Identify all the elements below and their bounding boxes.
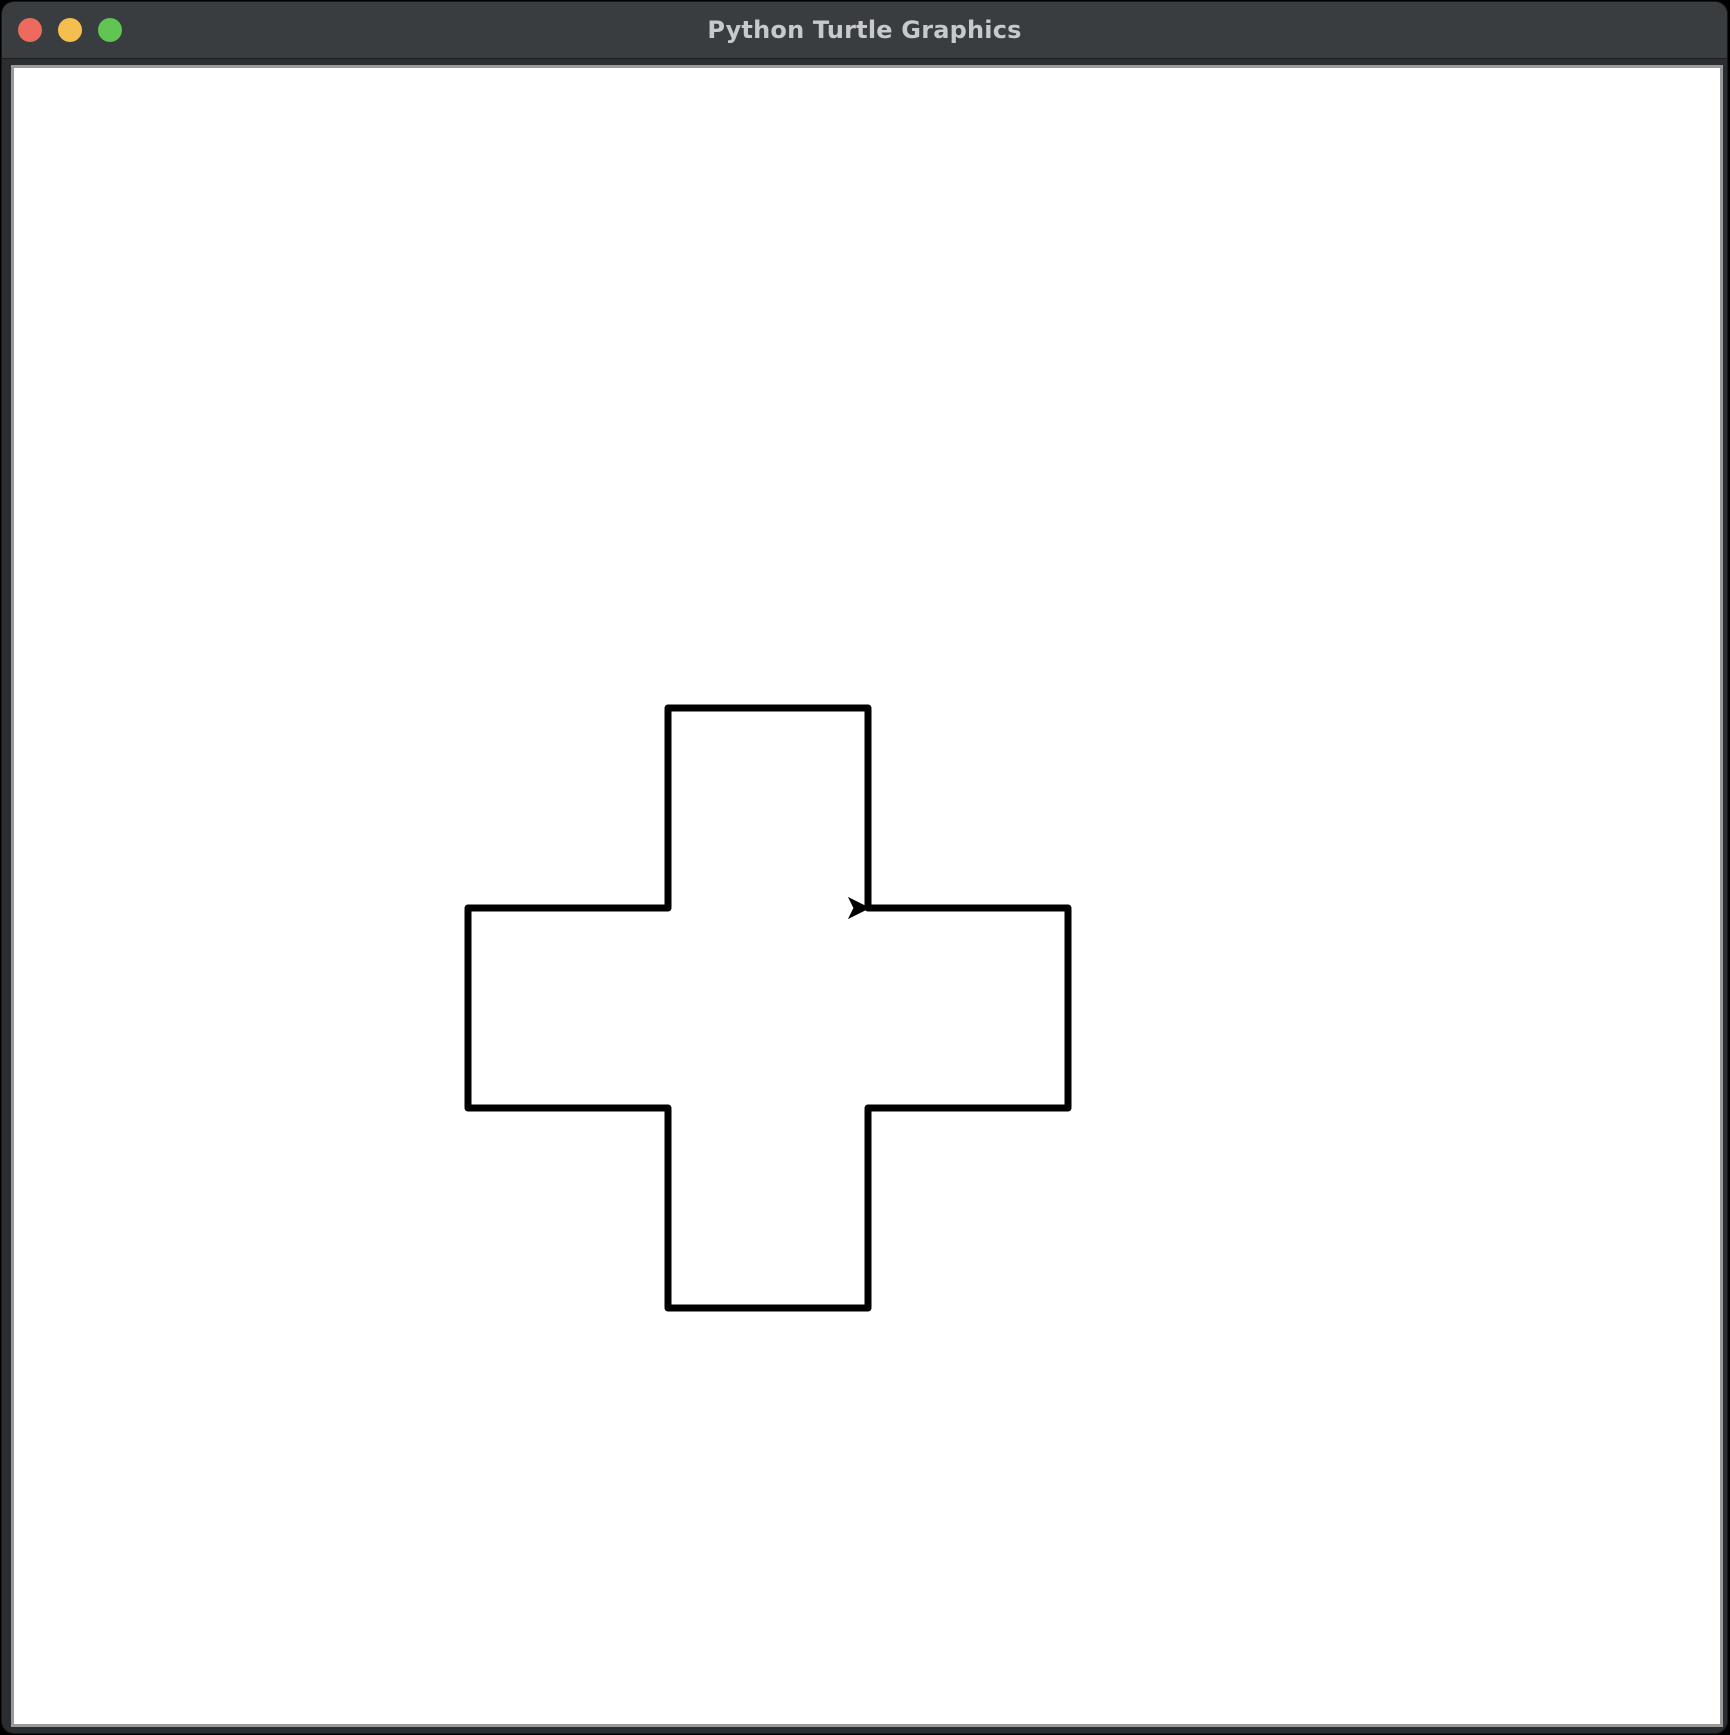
turtle-canvas[interactable] xyxy=(14,68,1720,1724)
drawing-surface xyxy=(464,704,1072,1312)
canvas-frame xyxy=(11,65,1723,1727)
cross-outline xyxy=(464,704,1072,1312)
window-title: Python Turtle Graphics xyxy=(707,16,1022,44)
title-bar[interactable]: Python Turtle Graphics xyxy=(2,2,1727,59)
turtle-window: Python Turtle Graphics xyxy=(2,2,1727,1733)
